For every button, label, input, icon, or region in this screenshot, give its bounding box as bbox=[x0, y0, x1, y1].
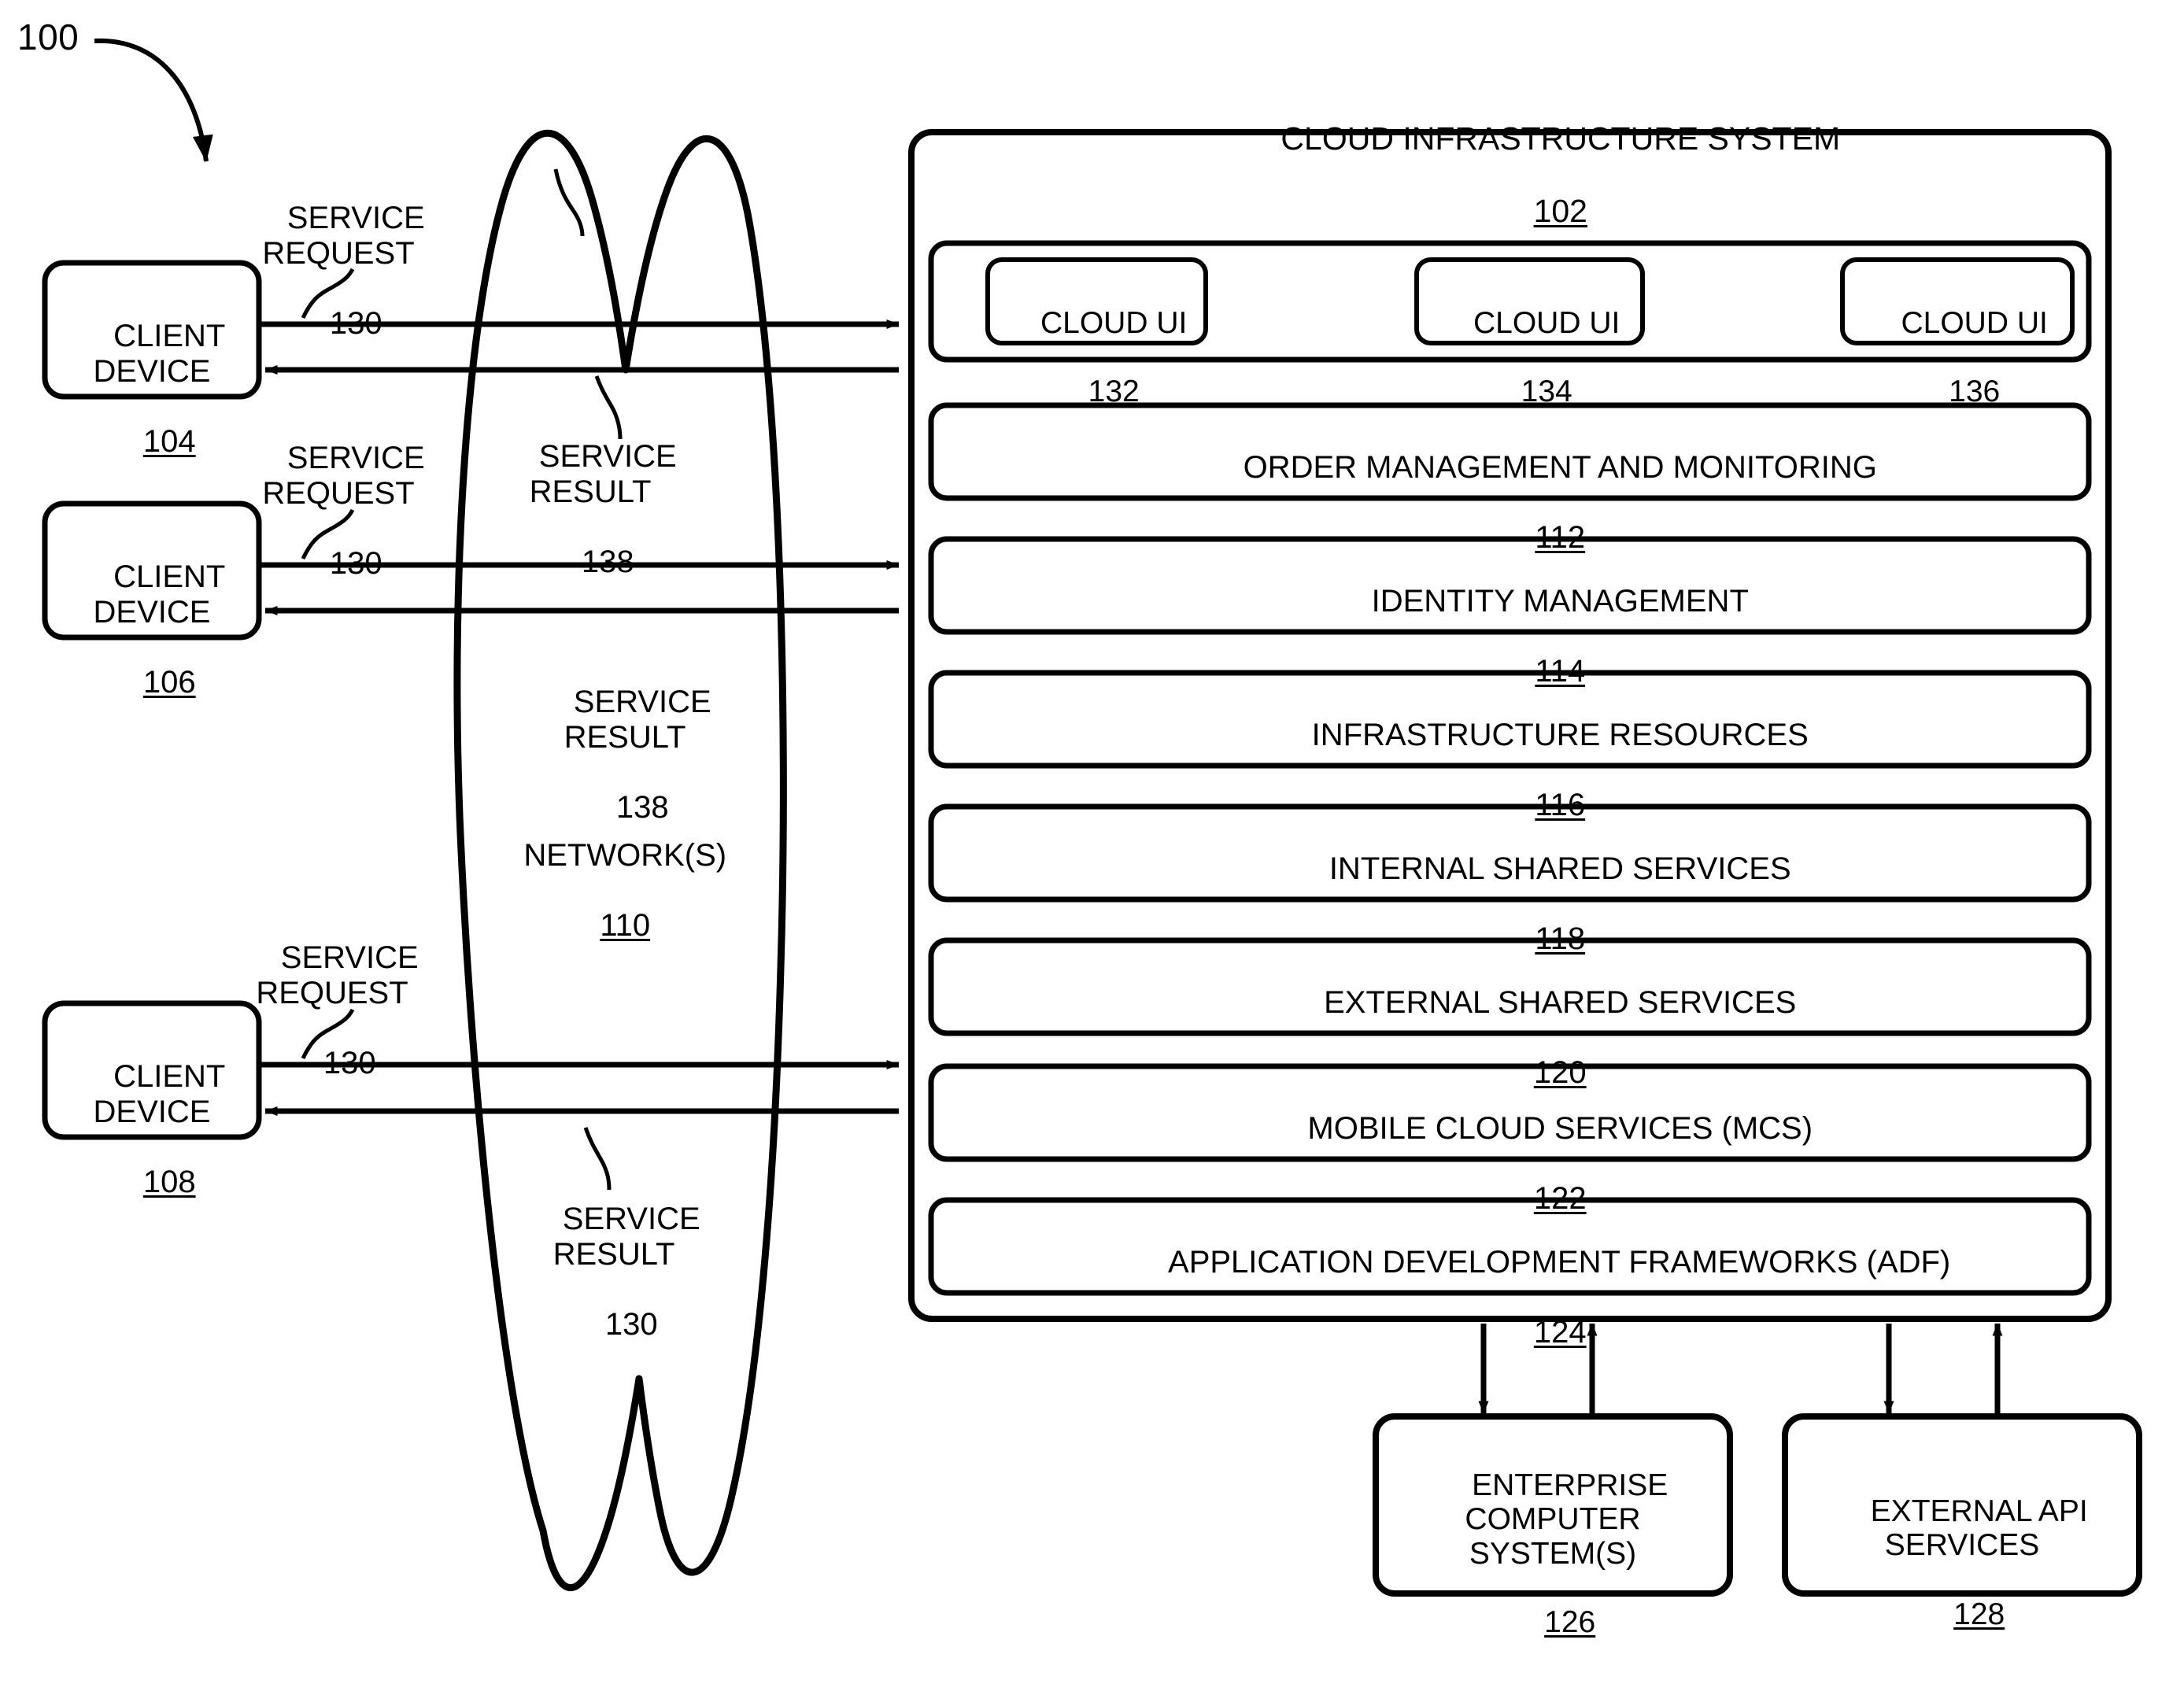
cloud-ui-134-ref: 134 bbox=[1521, 375, 1572, 409]
external-api-services-label: EXTERNAL API SERVICES bbox=[1870, 1494, 2088, 1563]
service-request-130-label-2: SERVICE REQUEST 130 bbox=[236, 405, 441, 617]
client-device-108-name: CLIENT DEVICE bbox=[93, 1058, 226, 1129]
cloud-infrastructure-system-title: CLOUD INFRASTRUCTURE SYSTEM 102 bbox=[905, 85, 2180, 266]
cloud-ui-134-label: CLOUD UI bbox=[1473, 305, 1620, 340]
service-result-ref-3: 130 bbox=[604, 1307, 658, 1342]
service-result-ref-1: 138 bbox=[581, 545, 634, 580]
service-result-130-label-3: SERVICE RESULT 130 bbox=[512, 1166, 716, 1378]
cloud-infrastructure-system-name: CLOUD INFRASTRUCTURE SYSTEM bbox=[1280, 120, 1841, 157]
service-request-130-label-1: SERVICE REQUEST 130 bbox=[236, 165, 441, 377]
cloud-ui-132-label: CLOUD UI bbox=[1040, 305, 1188, 340]
figure-callout-arrow bbox=[94, 38, 213, 162]
client-device-106-name: CLIENT DEVICE bbox=[93, 559, 226, 630]
layer-118-label: INTERNAL SHARED SERVICES bbox=[1329, 851, 1791, 886]
service-result-text-1: SERVICE RESULT bbox=[529, 438, 677, 509]
layer-124-label: APPLICATION DEVELOPMENT FRAMEWORKS (ADF) bbox=[1168, 1244, 1951, 1280]
patent-figure: 100 CLIENT DEVICE 104 CLIENT DEVICE 106 CL… bbox=[0, 0, 2184, 1695]
layer-122-label: MOBILE CLOUD SERVICES (MCS) bbox=[1307, 1110, 1813, 1146]
client-device-104-name: CLIENT DEVICE bbox=[93, 318, 226, 389]
cloud-ui-132-ref: 132 bbox=[1088, 375, 1140, 409]
cloud-infrastructure-system-ref: 102 bbox=[1533, 192, 1587, 229]
service-request-text-3: SERVICE REQUEST bbox=[256, 940, 419, 1010]
layer-112-label: ORDER MANAGEMENT AND MONITORING bbox=[1243, 449, 1877, 485]
service-result-text-3: SERVICE RESULT bbox=[552, 1201, 700, 1272]
external-api-services-ref: 128 bbox=[1953, 1597, 2005, 1631]
client-device-108-label: CLIENT DEVICE 108 bbox=[45, 1024, 259, 1235]
service-request-ref-1: 130 bbox=[329, 306, 382, 342]
enterprise-computer-system-label: ENTERPRISE COMPUTER SYSTEM(S) bbox=[1465, 1468, 1668, 1571]
service-request-130-label-3: SERVICE REQUEST 130 bbox=[230, 905, 434, 1117]
service-request-text-1: SERVICE REQUEST bbox=[262, 200, 425, 271]
network-name: NETWORK(S) bbox=[523, 837, 727, 873]
client-device-108-ref: 108 bbox=[142, 1165, 196, 1200]
layer-application-development-frameworks[interactable]: APPLICATION DEVELOPMENT FRAMEWORKS (ADF)… bbox=[909, 1209, 2176, 1386]
client-device-104-label: CLIENT DEVICE 104 bbox=[45, 283, 259, 495]
layer-114-label: IDENTITY MANAGEMENT bbox=[1371, 583, 1749, 619]
client-device-106-ref: 106 bbox=[142, 665, 196, 700]
layer-116-label: INFRASTRUCTURE RESOURCES bbox=[1311, 717, 1809, 752]
service-request-ref-2: 130 bbox=[329, 546, 382, 582]
service-result-text-2: SERVICE RESULT bbox=[564, 684, 711, 755]
network-ref: 110 bbox=[600, 908, 651, 944]
layer-120-label: EXTERNAL SHARED SERVICES bbox=[1324, 984, 1797, 1020]
cloud-ui-136-ref: 136 bbox=[1949, 375, 2001, 409]
external-api-services-block[interactable]: EXTERNAL API SERVICES 128 bbox=[1785, 1460, 2139, 1666]
network-label: NETWORK(S) 110 bbox=[482, 803, 734, 979]
service-request-ref-3: 130 bbox=[323, 1046, 376, 1081]
enterprise-computer-system-block[interactable]: ENTERPRISE COMPUTER SYSTEM(S) 126 bbox=[1376, 1434, 1730, 1675]
enterprise-computer-system-ref: 126 bbox=[1544, 1605, 1596, 1640]
figure-reference-numeral: 100 bbox=[17, 17, 79, 57]
client-device-106-label: CLIENT DEVICE 106 bbox=[45, 524, 259, 736]
layer-124-ref: 124 bbox=[1533, 1315, 1587, 1350]
client-device-104-ref: 104 bbox=[142, 424, 196, 460]
service-request-text-2: SERVICE REQUEST bbox=[262, 440, 425, 511]
service-result-138-label-1: SERVICE RESULT 138 bbox=[488, 404, 693, 615]
cloud-ui-136-label: CLOUD UI bbox=[1901, 305, 2048, 340]
